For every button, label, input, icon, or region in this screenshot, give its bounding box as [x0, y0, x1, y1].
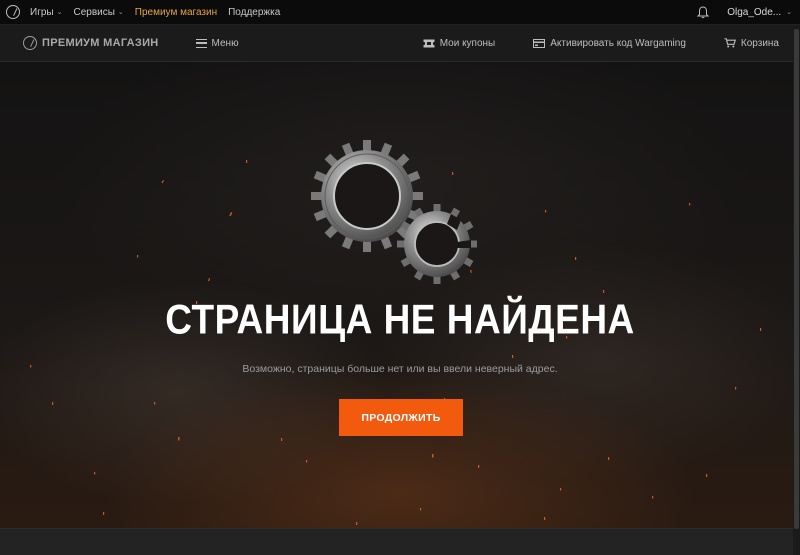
chevron-down-icon: ⌄ — [786, 9, 792, 16]
chevron-down-icon: ⌄ — [56, 9, 63, 16]
page-subtitle: Возможно, страницы больше нет или вы вве… — [242, 363, 558, 375]
cart-link[interactable]: Корзина — [724, 38, 779, 49]
topnav-support-label: Поддержка — [228, 6, 281, 18]
wargaming-logo-icon — [23, 36, 37, 50]
activate-code-link[interactable]: Активировать код Wargaming — [533, 38, 686, 49]
page-scrollbar[interactable] — [793, 25, 800, 555]
hamburger-icon — [195, 38, 207, 48]
brand-label: ПРЕМИУМ МАГАЗИН — [42, 37, 159, 49]
card-icon — [533, 38, 546, 48]
topnav-premium-shop[interactable]: Премиум магазин — [135, 7, 217, 18]
topbar-right: Olga_Ode... ⌄ — [697, 5, 800, 19]
chevron-down-icon: ⌄ — [117, 9, 124, 16]
user-menu[interactable]: Olga_Ode... ⌄ — [727, 7, 792, 18]
top-utility-bar: Игры ⌄ Сервисы ⌄ Премиум магазин Поддерж… — [0, 0, 800, 25]
topnav-services[interactable]: Сервисы ⌄ — [73, 7, 123, 18]
broken-gears-icon — [311, 140, 477, 284]
user-name: Olga_Ode... — [727, 6, 782, 18]
wargaming-logo-icon[interactable] — [6, 5, 20, 19]
premium-shop-brand[interactable]: ПРЕМИУМ МАГАЗИН — [23, 36, 159, 50]
topnav-services-label: Сервисы — [73, 6, 115, 18]
continue-button[interactable]: ПРОДОЛЖИТЬ — [339, 399, 463, 436]
sparks-decoration — [30, 160, 762, 525]
menu-label: Меню — [211, 37, 239, 49]
page-title: СТРАНИЦА НЕ НАЙДЕНА — [165, 296, 635, 343]
coupon-icon — [422, 39, 435, 47]
my-coupons-label: Мои купоны — [439, 37, 496, 49]
cart-icon — [724, 38, 736, 48]
topnav-games[interactable]: Игры ⌄ — [30, 7, 62, 18]
store-header-actions: Мои купоны Активировать код Wargaming Ко… — [385, 38, 779, 49]
my-coupons-link[interactable]: Мои купоны — [422, 37, 496, 49]
scrollbar-thumb[interactable] — [794, 29, 799, 529]
activate-code-label: Активировать код Wargaming — [550, 37, 686, 49]
not-found-hero: СТРАНИЦА НЕ НАЙДЕНА Возможно, страницы б… — [0, 62, 800, 528]
topnav-premium-shop-label: Премиум магазин — [134, 6, 218, 18]
bell-icon[interactable] — [697, 5, 710, 19]
cart-label: Корзина — [740, 37, 779, 49]
menu-button[interactable]: Меню — [195, 37, 239, 49]
footer-band — [0, 528, 800, 555]
store-header: ПРЕМИУМ МАГАЗИН Меню Мои купоны Активиро… — [0, 25, 800, 62]
topnav-support[interactable]: Поддержка — [228, 7, 280, 18]
topnav-games-label: Игры — [30, 6, 54, 18]
